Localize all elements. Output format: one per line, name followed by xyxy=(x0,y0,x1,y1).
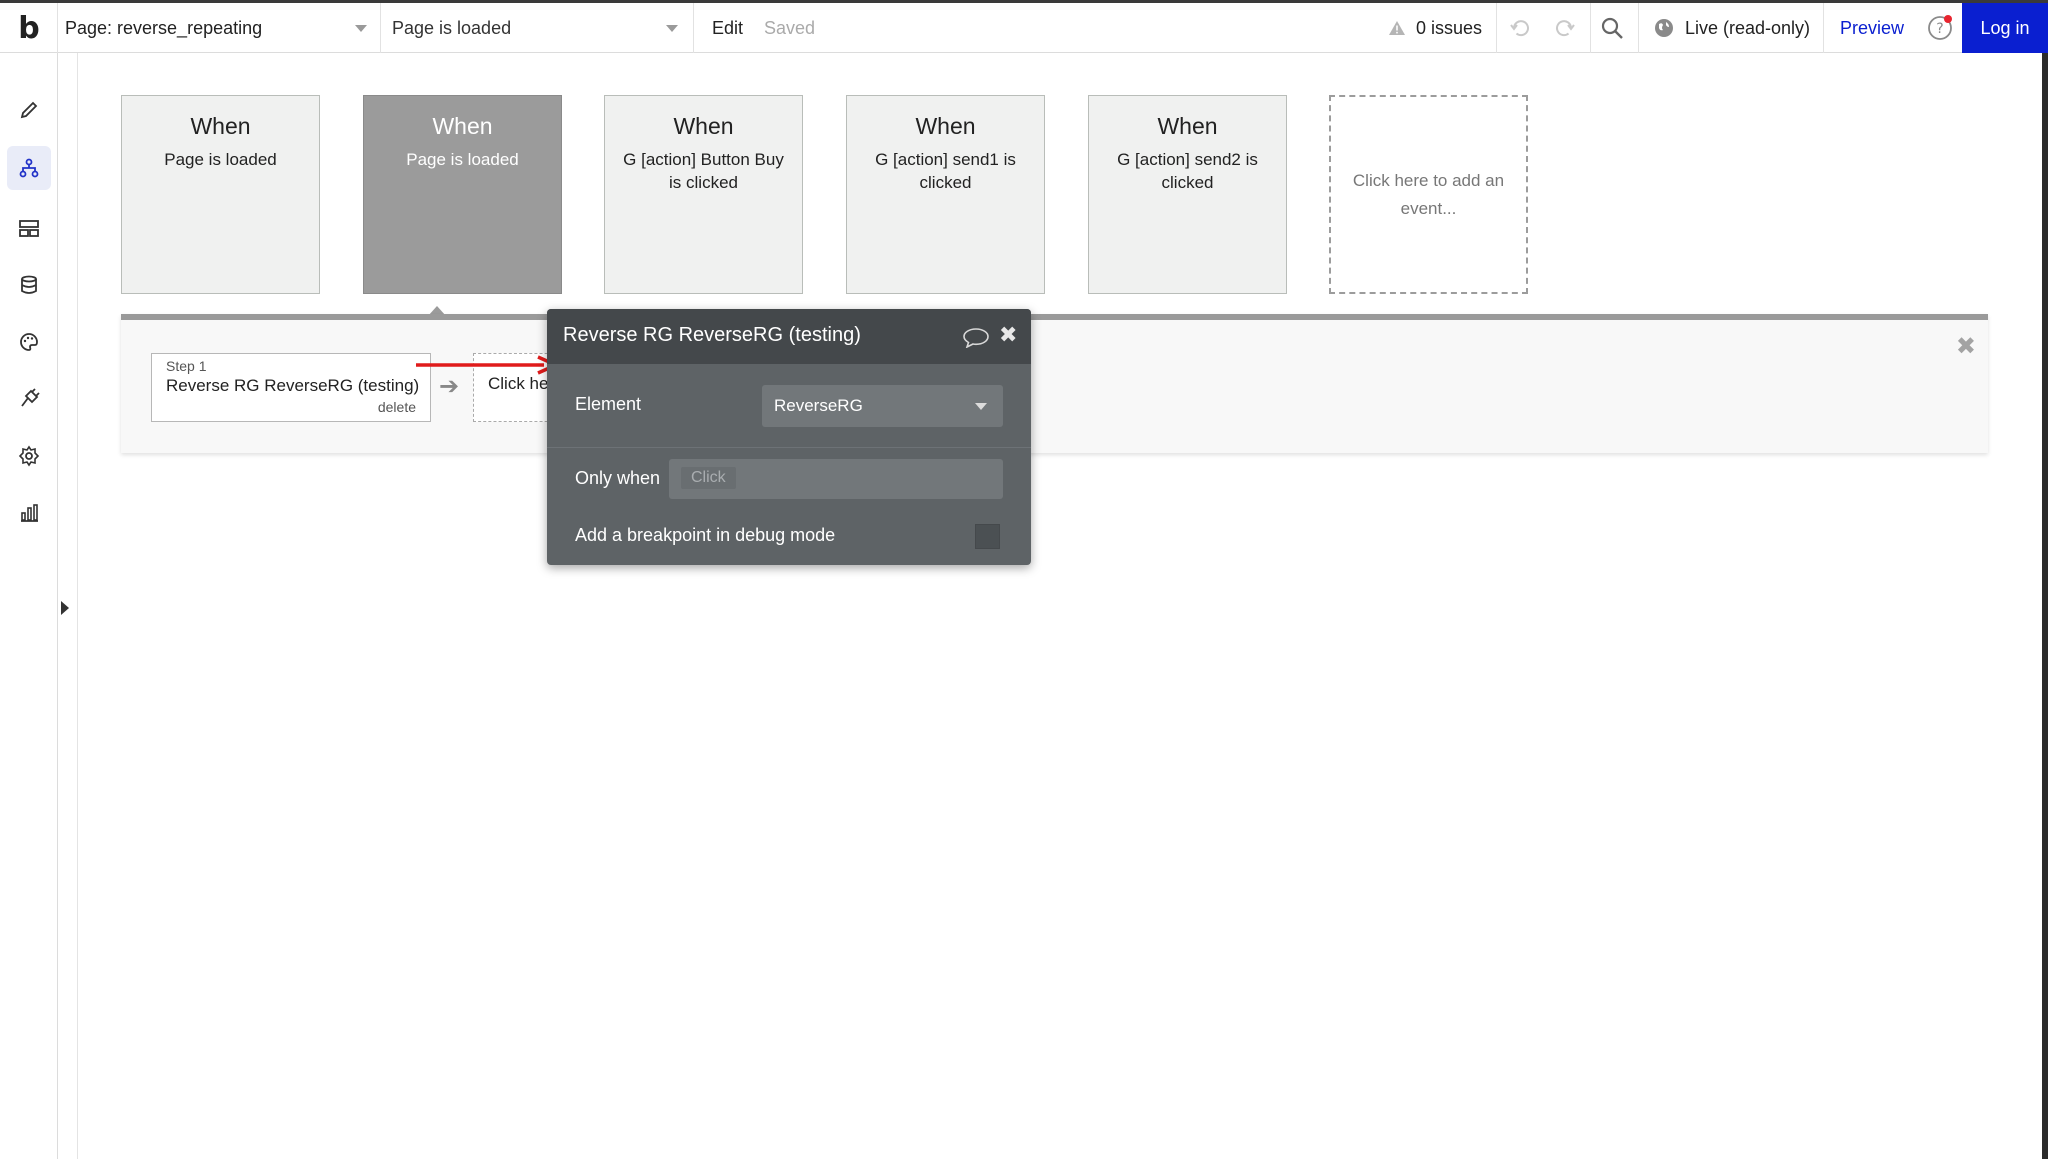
only-when-placeholder: Click xyxy=(681,467,736,489)
login-button[interactable]: Log in xyxy=(1962,3,2048,53)
chevron-down-icon xyxy=(355,25,367,32)
workflow-icon xyxy=(19,158,39,178)
breakpoint-label: Add a breakpoint in debug mode xyxy=(575,525,836,545)
globe-icon xyxy=(1655,19,1673,37)
event-when: When xyxy=(432,113,493,139)
edit-menu[interactable]: Edit xyxy=(712,3,743,53)
top-bar: b Page: reverse_repeating Page is loaded… xyxy=(0,0,2048,53)
event-description: Page is loaded xyxy=(406,150,519,169)
window-edge xyxy=(2042,53,2048,1159)
preview-link[interactable]: Preview xyxy=(1840,3,1904,53)
page-selector[interactable]: Page: reverse_repeating xyxy=(65,3,375,53)
sidebar-item-styles[interactable] xyxy=(7,206,51,250)
comment-icon[interactable] xyxy=(963,328,989,348)
sidebar-item-logs[interactable] xyxy=(7,491,51,535)
event-when: When xyxy=(1157,113,1218,139)
divider xyxy=(547,447,1031,448)
sidebar-item-settings[interactable] xyxy=(7,434,51,478)
close-icon[interactable]: ✖ xyxy=(1956,332,1976,361)
element-dropdown[interactable]: ReverseRG xyxy=(762,385,1003,427)
chevron-down-icon xyxy=(666,25,678,32)
sidebar-item-data[interactable] xyxy=(7,263,51,307)
event-card-1[interactable]: When Page is loaded xyxy=(121,95,320,294)
event-card-3[interactable]: When G [action] Button Buy is clicked xyxy=(604,95,803,294)
chevron-down-icon xyxy=(975,403,987,410)
event-when: When xyxy=(190,113,251,139)
event-description: G [action] send2 is clicked xyxy=(1117,150,1258,192)
event-card-2[interactable]: When Page is loaded xyxy=(363,95,562,294)
redo-button[interactable] xyxy=(1553,3,1577,53)
action-property-editor: Reverse RG ReverseRG (testing) ✖ Element… xyxy=(547,309,1031,565)
divider xyxy=(57,3,58,53)
breakpoint-checkbox[interactable] xyxy=(975,524,1000,549)
workflow-step-1[interactable]: Step 1 Reverse RG ReverseRG (testing) de… xyxy=(151,353,431,422)
help-button[interactable]: ? xyxy=(1927,3,1953,53)
divider xyxy=(693,3,694,53)
divider xyxy=(1823,3,1824,53)
gear-icon xyxy=(18,445,40,467)
expand-panel-arrow-icon[interactable] xyxy=(61,601,69,615)
workflow-panel: Step 1 Reverse RG ReverseRG (testing) de… xyxy=(121,314,1988,453)
live-mode-indicator[interactable]: Live (read-only) xyxy=(1654,3,1810,53)
element-field-label: Element xyxy=(575,394,642,414)
pencil-icon xyxy=(20,101,38,119)
close-icon[interactable]: ✖ xyxy=(999,322,1017,348)
undo-button[interactable] xyxy=(1508,3,1532,53)
divider xyxy=(1638,3,1639,53)
add-event-label: Click here to add an event... xyxy=(1352,171,1505,218)
sidebar-item-workflow[interactable] xyxy=(7,146,51,190)
annotation-arrow xyxy=(416,355,561,375)
step-number: Step 1 xyxy=(166,358,207,374)
event-selector-label: Page is loaded xyxy=(392,17,512,38)
only-when-label: Only when xyxy=(575,468,661,488)
sidebar-item-palette[interactable] xyxy=(7,320,51,364)
layout-icon xyxy=(19,220,39,237)
editor-title: Reverse RG ReverseRG (testing) xyxy=(563,324,861,346)
search-button[interactable] xyxy=(1600,3,1624,53)
undo-icon xyxy=(1510,20,1529,37)
divider xyxy=(1496,3,1497,53)
saved-status: Saved xyxy=(764,17,816,38)
palette-divider xyxy=(77,53,78,1159)
event-description: Page is loaded xyxy=(164,150,277,169)
help-icon: ? xyxy=(1928,15,1952,40)
issues-indicator[interactable]: 0 issues xyxy=(1388,3,1482,53)
event-description: G [action] send1 is clicked xyxy=(875,150,1016,192)
event-selector[interactable]: Page is loaded xyxy=(392,3,682,53)
page-selector-label: Page: reverse_repeating xyxy=(65,17,263,38)
palette-icon xyxy=(20,333,38,351)
live-mode-label: Live (read-only) xyxy=(1685,17,1811,38)
issues-count: 0 issues xyxy=(1416,17,1483,38)
sidebar-item-design[interactable] xyxy=(7,88,51,132)
only-when-condition-input[interactable]: Click xyxy=(669,459,1003,499)
search-icon xyxy=(1601,17,1623,39)
warning-icon xyxy=(1389,21,1405,35)
database-icon xyxy=(21,275,37,294)
divider xyxy=(1590,3,1591,53)
event-card-5[interactable]: When G [action] send2 is clicked xyxy=(1088,95,1287,294)
element-dropdown-value: ReverseRG xyxy=(774,396,863,415)
svg-text:?: ? xyxy=(1936,21,1943,37)
event-description: G [action] Button Buy is clicked xyxy=(623,150,784,192)
event-card-4[interactable]: When G [action] send1 is clicked xyxy=(846,95,1045,294)
redo-icon xyxy=(1556,20,1575,37)
delete-step-link[interactable]: delete xyxy=(378,399,416,415)
sidebar-item-plugins[interactable] xyxy=(7,377,51,421)
divider xyxy=(380,3,381,53)
bubble-logo[interactable]: b xyxy=(12,3,46,53)
plugin-icon xyxy=(21,388,40,407)
chart-icon xyxy=(21,504,38,522)
event-when: When xyxy=(915,113,976,139)
left-sidebar xyxy=(0,53,58,1159)
event-when: When xyxy=(673,113,734,139)
editor-header[interactable]: Reverse RG ReverseRG (testing) ✖ xyxy=(547,309,1031,364)
step-action-name: Reverse RG ReverseRG (testing) xyxy=(166,376,420,395)
add-event-card[interactable]: Click here to add an event... xyxy=(1329,95,1528,294)
